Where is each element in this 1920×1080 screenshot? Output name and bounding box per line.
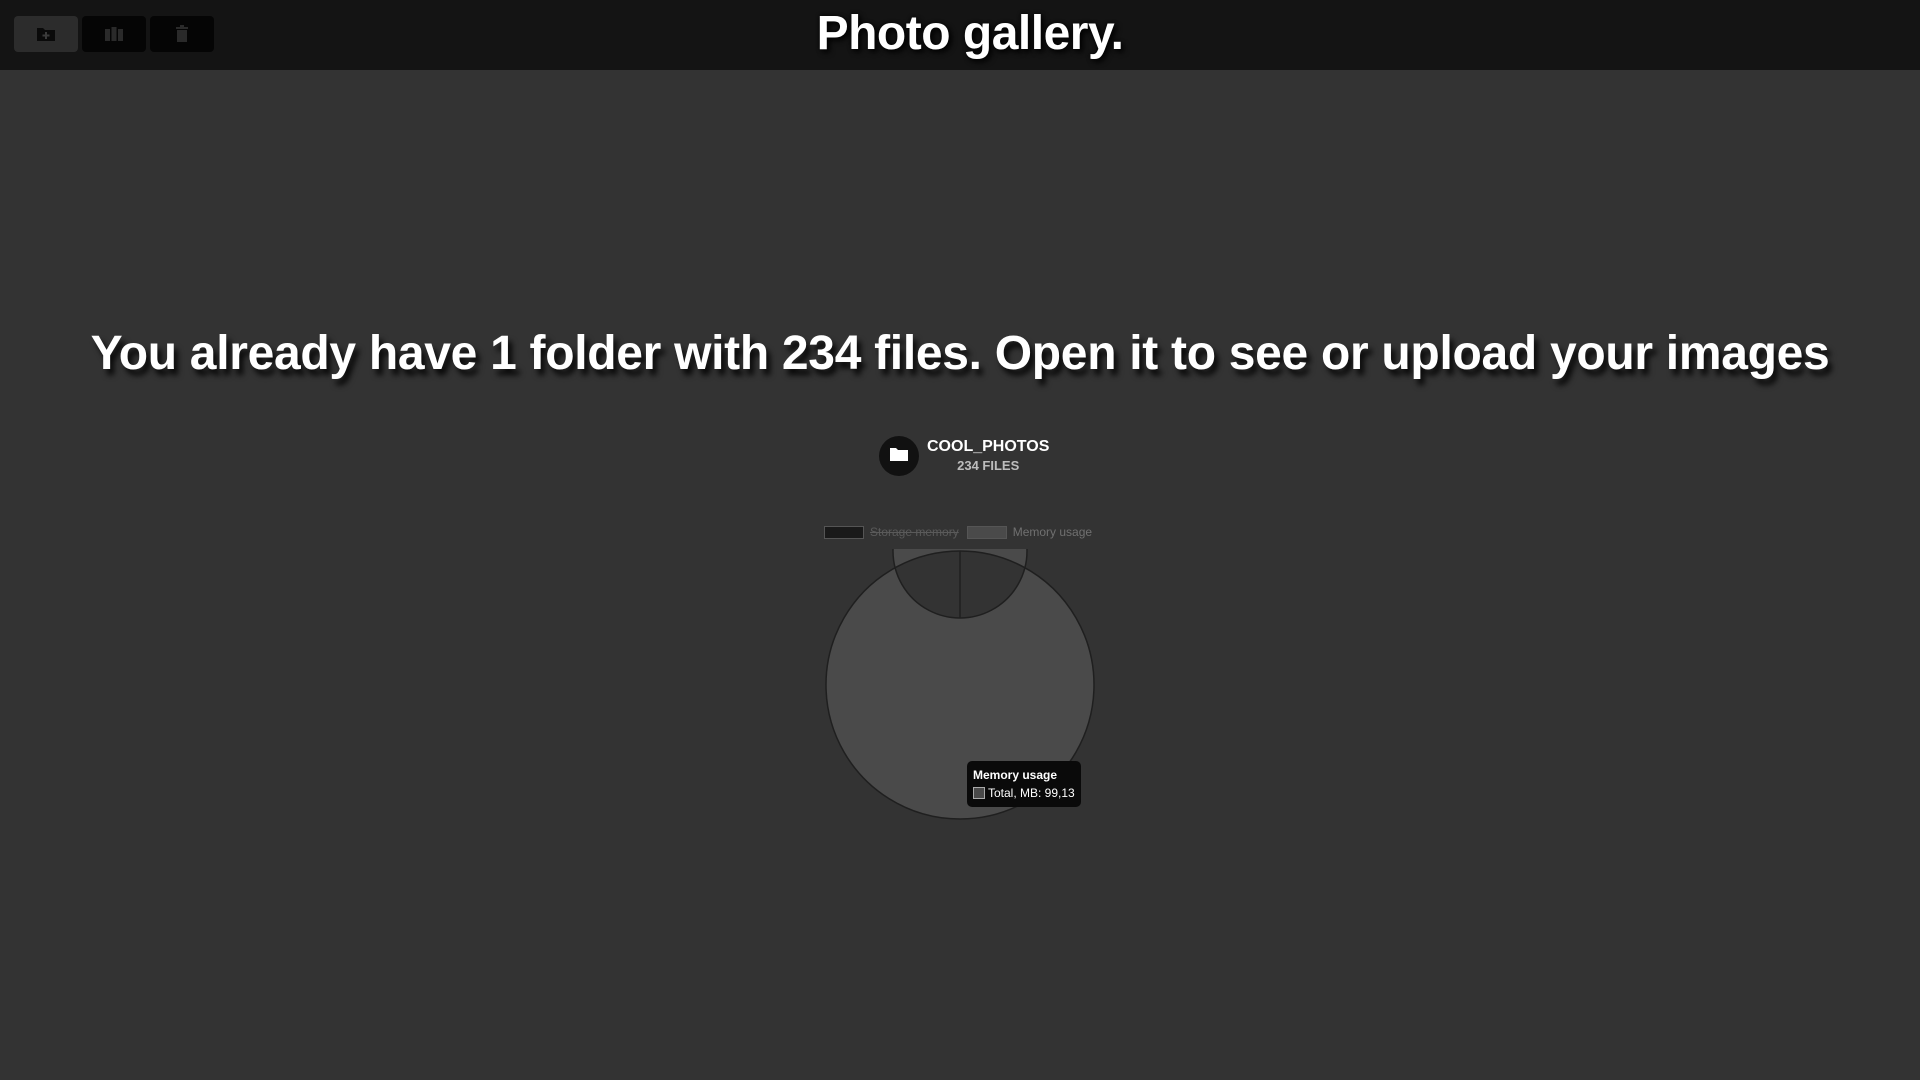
legend-item-memory-usage[interactable]: Memory usage	[966, 525, 1093, 539]
tooltip-row: Total, MB: 99,13	[973, 784, 1075, 802]
tooltip-value: Total, MB: 99,13	[988, 786, 1075, 800]
legend-label-storage-memory: Storage memory	[870, 525, 959, 539]
legend-swatch-storage-memory	[824, 525, 864, 539]
folder-file-count: 234 FILES	[957, 458, 1020, 473]
folder-name: COOL_PHOTOS	[927, 438, 1050, 455]
folder-card[interactable]: COOL_PHOTOS 234 FILES	[879, 436, 1049, 476]
folder-icon-circle	[879, 436, 919, 476]
legend-label-memory-usage: Memory usage	[1012, 525, 1093, 539]
folder-icon	[889, 446, 909, 467]
tooltip-swatch	[973, 787, 985, 799]
legend-item-storage-memory[interactable]: Storage memory	[824, 525, 959, 539]
legend-swatch-memory-usage	[966, 525, 1007, 539]
top-bar: Photo gallery.	[0, 0, 1920, 70]
folder-text: COOL_PHOTOS 234 FILES	[927, 437, 1049, 475]
headline: You already have 1 folder with 234 files…	[90, 327, 1830, 380]
tooltip-title: Memory usage	[973, 768, 1058, 782]
chart-tooltip: Memory usage Total, MB: 99,13	[967, 761, 1081, 807]
chart-legend: Storage memory Memory usage	[824, 525, 1100, 539]
app-title: Photo gallery.	[816, 7, 1124, 60]
